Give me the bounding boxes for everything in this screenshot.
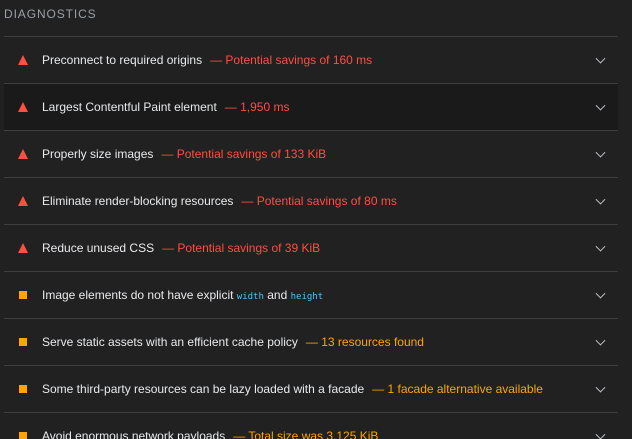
chevron-down-icon[interactable]: [595, 100, 606, 111]
audit-title: Properly size images: [42, 147, 154, 161]
audit-row-render-blocking[interactable]: Eliminate render-blocking resources — Po…: [4, 177, 618, 224]
fail-triangle-icon: [18, 102, 28, 112]
average-square-icon: [19, 291, 27, 299]
audit-row-unused-css[interactable]: Reduce unused CSS — Potential savings of…: [4, 224, 618, 271]
audit-row-preconnect[interactable]: Preconnect to required origins — Potenti…: [4, 36, 618, 83]
audit-title: Avoid enormous network payloads: [42, 429, 226, 439]
fail-triangle-icon: [18, 243, 28, 253]
fail-triangle-icon: [18, 196, 28, 206]
chevron-down-icon[interactable]: [595, 335, 606, 346]
audit-title: Largest Contentful Paint element: [42, 100, 217, 114]
chevron-down-icon[interactable]: [595, 382, 606, 393]
diagnostics-panel: DIAGNOSTICS Preconnect to required origi…: [0, 0, 632, 439]
audit-display-value: — Total size was 3,125 KiB: [233, 429, 379, 439]
average-square-icon: [19, 338, 27, 346]
chevron-down-icon[interactable]: [595, 288, 606, 299]
chevron-down-icon[interactable]: [595, 429, 606, 439]
chevron-down-icon[interactable]: [595, 241, 606, 252]
audit-row-network-payloads[interactable]: Avoid enormous network payloads — Total …: [4, 412, 618, 439]
fail-triangle-icon: [18, 55, 28, 65]
audit-display-value: — Potential savings of 160 ms: [210, 53, 373, 67]
average-square-icon: [19, 432, 27, 439]
audit-row-cache-policy[interactable]: Serve static assets with an efficient ca…: [4, 318, 618, 365]
audit-row-lcp-element[interactable]: Largest Contentful Paint element — 1,950…: [4, 83, 618, 130]
audit-title: Serve static assets with an efficient ca…: [42, 335, 298, 349]
audit-row-third-party-facades[interactable]: Some third-party resources can be lazy l…: [4, 365, 618, 412]
fail-triangle-icon: [18, 149, 28, 159]
audit-display-value: — Potential savings of 133 KiB: [161, 147, 327, 161]
code-height: height: [290, 292, 324, 302]
audit-display-value: — 13 resources found: [305, 335, 424, 349]
section-title: DIAGNOSTICS: [4, 7, 97, 21]
audit-title: Eliminate render-blocking resources: [42, 194, 234, 208]
average-square-icon: [19, 385, 27, 393]
scrollbar[interactable]: [622, 0, 632, 439]
audit-title: Reduce unused CSS: [42, 241, 155, 255]
chevron-down-icon[interactable]: [595, 194, 606, 205]
audit-title: Image elements do not have explicit widt…: [42, 288, 323, 302]
chevron-down-icon[interactable]: [595, 53, 606, 64]
audit-list: Preconnect to required origins — Potenti…: [4, 36, 618, 439]
audit-title-text: Image elements do not have explicit: [42, 288, 234, 302]
audit-row-image-dimensions[interactable]: Image elements do not have explicit widt…: [4, 271, 618, 318]
audit-title: Preconnect to required origins: [42, 53, 203, 67]
audit-display-value: — Potential savings of 80 ms: [241, 194, 397, 208]
audit-display-value: — 1 facade alternative available: [372, 382, 543, 396]
chevron-down-icon[interactable]: [595, 147, 606, 158]
audit-display-value: — Potential savings of 39 KiB: [162, 241, 321, 255]
audit-title-text: and: [267, 288, 288, 302]
audit-title: Some third-party resources can be lazy l…: [42, 382, 365, 396]
code-width: width: [236, 292, 264, 302]
audit-display-value: — 1,950 ms: [224, 100, 290, 114]
audit-row-size-images[interactable]: Properly size images — Potential savings…: [4, 130, 618, 177]
